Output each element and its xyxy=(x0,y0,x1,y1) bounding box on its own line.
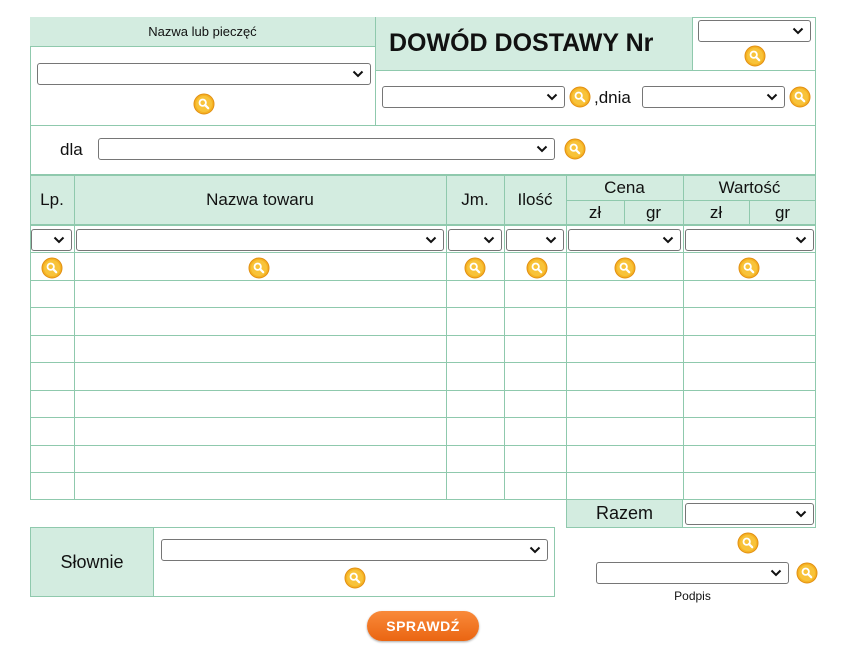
price-select[interactable] xyxy=(568,229,681,251)
magnifier-icon[interactable] xyxy=(564,138,586,160)
chevron-down-icon xyxy=(529,545,541,555)
signature-select[interactable] xyxy=(596,562,789,584)
table-row xyxy=(30,252,815,253)
seal-label: Nazwa lub pieczęć xyxy=(30,17,376,47)
magnifier-icon[interactable] xyxy=(41,257,63,279)
magnifier-icon[interactable] xyxy=(737,532,759,554)
value-select[interactable] xyxy=(685,229,814,251)
magnifier-icon[interactable] xyxy=(569,86,591,108)
name-select[interactable] xyxy=(76,229,444,251)
seal-select[interactable] xyxy=(37,63,371,85)
number-select[interactable] xyxy=(698,20,811,42)
magnifier-icon[interactable] xyxy=(248,257,270,279)
check-button[interactable]: SPRAWDŹ xyxy=(367,611,479,641)
table-row xyxy=(30,417,815,418)
recipient-select[interactable] xyxy=(98,138,555,160)
unit-select[interactable] xyxy=(448,229,502,251)
for-label: dla xyxy=(60,140,83,159)
magnifier-icon[interactable] xyxy=(789,86,811,108)
chevron-down-icon xyxy=(770,568,782,578)
magnifier-icon[interactable] xyxy=(796,562,818,584)
chevron-down-icon xyxy=(545,235,557,245)
lp-select[interactable] xyxy=(31,229,72,251)
table-row xyxy=(30,390,815,391)
chevron-down-icon xyxy=(425,235,437,245)
qty-select[interactable] xyxy=(506,229,564,251)
col-price-gr: gr xyxy=(645,202,662,222)
magnifier-icon[interactable] xyxy=(193,93,215,115)
magnifier-icon[interactable] xyxy=(744,45,766,67)
chevron-down-icon xyxy=(795,235,807,245)
magnifier-icon[interactable] xyxy=(464,257,486,279)
chevron-down-icon xyxy=(792,26,804,36)
magnifier-icon[interactable] xyxy=(738,257,760,279)
table-row xyxy=(30,307,815,308)
table-row xyxy=(30,362,815,363)
magnifier-icon[interactable] xyxy=(526,257,548,279)
chevron-down-icon xyxy=(352,69,364,79)
col-value: Wartość xyxy=(718,177,781,197)
document-title: DOWÓD DOSTAWY Nr xyxy=(376,17,693,71)
magnifier-icon[interactable] xyxy=(344,567,366,589)
divider xyxy=(30,125,815,126)
col-value-gr: gr xyxy=(774,202,791,222)
total-label: Razem xyxy=(566,500,683,528)
chevron-down-icon xyxy=(662,235,674,245)
chevron-down-icon xyxy=(546,92,558,102)
table-row xyxy=(30,472,815,473)
chevron-down-icon xyxy=(53,235,65,245)
table-row xyxy=(30,335,815,336)
signature-label: Podpis xyxy=(674,589,711,603)
col-lp: Lp. xyxy=(40,190,64,209)
words-select[interactable] xyxy=(161,539,548,561)
magnifier-icon[interactable] xyxy=(614,257,636,279)
place-select[interactable] xyxy=(382,86,565,108)
table-row xyxy=(30,445,815,446)
table-row xyxy=(30,280,815,281)
date-select[interactable] xyxy=(642,86,785,108)
chevron-down-icon xyxy=(483,235,495,245)
words-label: Słownie xyxy=(31,528,154,596)
chevron-down-icon xyxy=(795,509,807,519)
col-price-zl: zł xyxy=(588,202,602,222)
chevron-down-icon xyxy=(536,144,548,154)
chevron-down-icon xyxy=(766,92,778,102)
col-qty: Ilość xyxy=(517,190,553,209)
col-price: Cena xyxy=(604,177,645,197)
date-label: ,dnia xyxy=(594,88,631,107)
col-value-zl: zł xyxy=(709,202,723,222)
total-select[interactable] xyxy=(685,503,814,525)
col-unit: Jm. xyxy=(461,190,489,209)
col-name: Nazwa towaru xyxy=(206,190,314,209)
